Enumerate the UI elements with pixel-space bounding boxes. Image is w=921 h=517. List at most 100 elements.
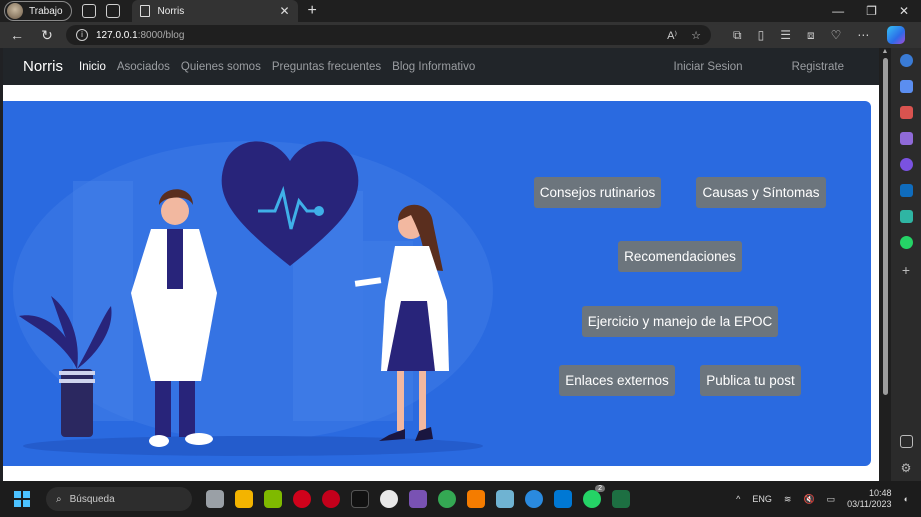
close-window-button[interactable]: ✕	[899, 4, 909, 18]
battery-icon[interactable]: ▭	[827, 494, 836, 505]
opera-icon[interactable]	[293, 490, 311, 508]
file-explorer-icon[interactable]	[235, 490, 253, 508]
minimize-button[interactable]: —	[832, 4, 844, 18]
male-doctor-head	[161, 197, 189, 225]
female-doctor-shoe	[379, 429, 405, 441]
read-aloud-icon[interactable]: A⁾	[667, 29, 677, 42]
btn-ejercicio-epoc[interactable]: Ejercicio y manejo de la EPOC	[582, 306, 778, 337]
new-tab-button[interactable]: +	[308, 2, 317, 20]
sidebar-toolbox-icon[interactable]	[899, 106, 913, 119]
back-arrow-icon[interactable]: ←	[4, 27, 30, 43]
windows-start-icon[interactable]	[14, 491, 30, 507]
btn-enlaces-externos[interactable]: Enlaces externos	[559, 365, 675, 396]
bootstrap-icon[interactable]	[409, 490, 427, 508]
male-doctor-leg	[155, 381, 171, 437]
sidebar-collapse-icon[interactable]	[899, 435, 913, 448]
refresh-icon[interactable]: ↻	[34, 27, 60, 44]
profile-label: Trabajo	[29, 5, 63, 17]
store-icon[interactable]	[264, 490, 282, 508]
btn-publica-post[interactable]: Publica tu post	[700, 365, 801, 396]
taskbar-search[interactable]: ⌕ Búsqueda	[46, 487, 192, 511]
volume-muted-icon[interactable]: 🔇	[803, 494, 814, 505]
scroll-thumb[interactable]	[882, 58, 888, 395]
tab-actions-icon[interactable]	[105, 4, 120, 18]
split-screen-icon[interactable]: ▯	[758, 28, 765, 43]
clock-date: 03/11/2023	[847, 499, 892, 509]
doctors-illustration	[13, 141, 493, 456]
btn-recomendaciones[interactable]: Recomendaciones	[618, 241, 742, 272]
chevron-up-icon[interactable]: ^	[736, 494, 740, 504]
search-placeholder: Búsqueda	[69, 493, 115, 505]
vscode-icon[interactable]	[554, 490, 572, 508]
url-host: 127.0.0.1	[96, 29, 138, 41]
collections-icon[interactable]	[81, 4, 96, 18]
browser-essentials-icon[interactable]: ♡	[831, 28, 842, 43]
nav-link-quienes-somos[interactable]: Quienes somos	[181, 61, 261, 73]
auth-links: Iniciar Sesion Registrate	[674, 61, 879, 73]
restore-button[interactable]: ❐	[866, 4, 877, 18]
sidebar-search-icon[interactable]	[899, 54, 913, 67]
collections-toolbar-icon[interactable]: ⧈	[807, 28, 815, 43]
sidebar-tag-icon[interactable]	[899, 80, 913, 93]
pot-stripe	[59, 379, 95, 383]
mongodb-icon[interactable]	[380, 490, 398, 508]
nav-link-iniciar-sesion[interactable]: Iniciar Sesion	[674, 61, 743, 73]
address-bar[interactable]: i 127.0.0.1:8000/blog A⁾ ☆	[66, 25, 711, 45]
favorites-icon[interactable]: ☰	[780, 28, 791, 43]
profile-button[interactable]: Trabajo	[4, 1, 72, 21]
language-indicator[interactable]: ENG	[752, 494, 772, 504]
tab-norris[interactable]: Norris ✕	[131, 0, 298, 22]
btn-consejos-rutinarios[interactable]: Consejos rutinarios	[534, 177, 661, 208]
photos-icon[interactable]	[496, 490, 514, 508]
male-doctor-shirt	[167, 229, 183, 289]
whatsapp-icon[interactable]: 2	[583, 485, 605, 508]
scroll-up-arrow-icon[interactable]: ▲	[879, 48, 891, 55]
site-navbar: Norris Inicio Asociados Quienes somos Pr…	[3, 48, 879, 85]
task-view-icon[interactable]	[206, 490, 224, 508]
nav-link-blog-informativo[interactable]: Blog Informativo	[392, 61, 475, 73]
sidebar-whatsapp-icon[interactable]	[899, 236, 913, 249]
nav-link-inicio[interactable]: Inicio	[79, 61, 106, 73]
profile-avatar	[7, 3, 23, 19]
floor-shadow	[23, 436, 483, 456]
edge-icon[interactable]	[525, 490, 543, 508]
opera-gx-icon[interactable]	[322, 490, 340, 508]
nav-link-registrate[interactable]: Registrate	[792, 61, 844, 73]
windows-taskbar: ⌕ Búsqueda 2 ^ ENG ≋ 🔇 ▭ 10:48 03/11/202…	[0, 481, 921, 517]
edge-sidebar: + ⚙	[891, 48, 921, 481]
hero-banner: Consejos rutinarios Causas y Síntomas Re…	[3, 101, 871, 466]
sidebar-settings-gear-icon[interactable]: ⚙	[901, 461, 912, 475]
navbar-brand[interactable]: Norris	[23, 58, 63, 75]
whatsapp-badge: 2	[595, 485, 605, 492]
wifi-icon[interactable]: ≋	[784, 494, 792, 505]
sidebar-outlook-icon[interactable]	[899, 184, 913, 197]
clock[interactable]: 10:48 03/11/2023	[847, 488, 891, 510]
sidebar-people-icon[interactable]	[899, 132, 913, 145]
notifications-icon[interactable]: ◐	[904, 494, 909, 504]
nav-link-asociados[interactable]: Asociados	[117, 61, 170, 73]
heartbeat-dot	[314, 206, 324, 216]
extensions-icon[interactable]: ⧉	[733, 28, 742, 43]
sidebar-add-icon[interactable]: +	[902, 262, 910, 278]
xampp-icon[interactable]	[467, 490, 485, 508]
tab-close-icon[interactable]: ✕	[279, 4, 289, 18]
btn-causas-sintomas[interactable]: Causas y Síntomas	[696, 177, 826, 208]
clock-time: 10:48	[869, 488, 892, 498]
tab-title: Norris	[157, 5, 185, 17]
copilot-icon[interactable]	[887, 26, 906, 44]
terminal-icon[interactable]	[351, 490, 369, 508]
browser-tools: ⧉ ▯ ☰ ⧈ ♡ ⋯	[733, 28, 869, 43]
page-scrollbar[interactable]: ▲	[879, 48, 891, 481]
sidebar-games-icon[interactable]	[899, 158, 913, 171]
site-info-icon[interactable]: i	[76, 29, 88, 41]
page-viewport: Norris Inicio Asociados Quienes somos Pr…	[3, 48, 879, 481]
window-controls: — ❐ ✕	[832, 4, 921, 18]
chrome-icon[interactable]	[438, 490, 456, 508]
female-doctor-leg	[419, 371, 426, 431]
favorite-star-icon[interactable]: ☆	[691, 29, 701, 42]
nav-link-preguntas-frecuentes[interactable]: Preguntas frecuentes	[272, 61, 381, 73]
sidebar-send-icon[interactable]	[899, 210, 913, 223]
more-menu-icon[interactable]: ⋯	[857, 28, 869, 43]
excel-icon[interactable]	[612, 490, 630, 508]
male-doctor-leg	[179, 381, 195, 437]
